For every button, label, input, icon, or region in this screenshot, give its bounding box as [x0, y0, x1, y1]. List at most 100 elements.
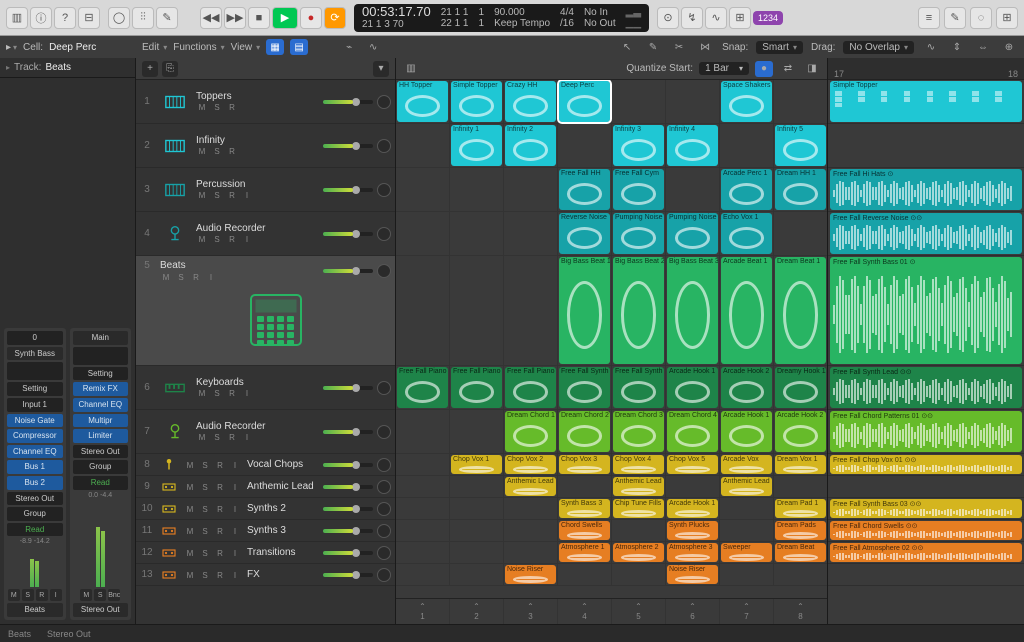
drag-dropdown[interactable]: No Overlap — [843, 41, 914, 54]
loops-button[interactable]: ◌ — [970, 7, 992, 29]
grid-cell[interactable] — [504, 256, 558, 365]
volume-slider[interactable] — [323, 529, 373, 533]
m-button[interactable]: M — [196, 433, 208, 443]
global-tracks-button[interactable]: ▾ — [373, 61, 389, 77]
mixer-button[interactable]: ⫶⫶ — [132, 7, 154, 29]
grid-cell[interactable] — [774, 476, 827, 497]
insert-slot[interactable]: Remix FX — [73, 382, 129, 396]
grid-cell[interactable]: Dream Chord 3 — [612, 410, 666, 453]
grid-cell[interactable] — [396, 520, 450, 541]
arrangement-row[interactable]: Simple Topper — [828, 80, 1024, 124]
eq-thumbnail[interactable] — [73, 347, 129, 365]
clip[interactable]: Arcade Hook 1 — [721, 411, 772, 452]
grid-cell[interactable]: Infinity 3 — [612, 124, 666, 167]
arrangement-row[interactable]: Free Fall Synth Bass 03 ⊙⊙ — [828, 498, 1024, 520]
volume-slider[interactable] — [323, 269, 373, 273]
grid-cell[interactable]: Noise Riser — [504, 564, 558, 585]
i-button[interactable]: I — [229, 460, 241, 470]
bounce-button[interactable]: Bnc — [108, 589, 120, 601]
track-icon[interactable] — [160, 131, 190, 161]
grid-cell[interactable]: Free Fall Synth — [558, 366, 612, 409]
clip[interactable]: Chop Vox 2 — [505, 455, 556, 474]
grid-cell[interactable]: Simple Topper — [450, 80, 504, 123]
clip[interactable]: Chop Vox 5 — [667, 455, 718, 474]
grid-cell[interactable] — [504, 168, 558, 211]
s-button[interactable]: S — [199, 460, 211, 470]
rewind-button[interactable]: ◀◀ — [200, 7, 222, 29]
output-slot[interactable]: Stereo Out — [7, 492, 63, 506]
volume-slider[interactable] — [323, 485, 373, 489]
region[interactable]: Free Fall Chord Swells ⊙⊙ — [830, 521, 1022, 540]
grid-cell[interactable]: Dreamy Hook 1 — [774, 366, 827, 409]
region[interactable]: Free Fall Synth Bass 03 ⊙⊙ — [830, 499, 1022, 518]
grid-cell[interactable] — [450, 542, 504, 563]
clip[interactable]: Sweeper — [721, 543, 772, 562]
clip[interactable]: Reverse Noise — [559, 213, 610, 254]
zoom-button[interactable]: ⊕ — [1000, 39, 1018, 55]
grid-cell[interactable] — [450, 520, 504, 541]
grid-cell[interactable]: Arcade Hook 2 — [720, 366, 774, 409]
r-button[interactable]: R — [226, 389, 238, 399]
zoom-vertical-button[interactable]: ⇕ — [948, 39, 966, 55]
insert-slot[interactable]: Channel EQ — [73, 398, 129, 412]
grid-cell[interactable]: Arcade Hook 2 — [774, 410, 827, 453]
grid-cell[interactable]: Infinity 1 — [450, 124, 504, 167]
pan-knob[interactable] — [377, 227, 391, 241]
grid-cell[interactable]: Sweeper — [720, 542, 774, 563]
track-icon[interactable] — [160, 544, 178, 562]
grid-cell[interactable] — [450, 256, 504, 365]
grid-cell[interactable]: Pumping Noise — [612, 212, 666, 255]
clip[interactable]: Anthemic Lead — [505, 477, 556, 496]
functions-menu[interactable]: Functions — [173, 42, 224, 53]
solo-button[interactable]: S — [94, 589, 106, 601]
grid-cell[interactable] — [450, 564, 504, 585]
grid-cell[interactable] — [504, 498, 558, 519]
clip[interactable]: Atmosphere 2 — [613, 543, 664, 562]
scene-trigger[interactable]: ⌃4 — [558, 599, 612, 624]
clip[interactable]: Noise Riser — [667, 565, 718, 584]
track-header[interactable]: 4 Audio Recorder MSRI — [136, 212, 395, 256]
track-header[interactable]: 2 Infinity MSR — [136, 124, 395, 168]
quick-help-button[interactable]: ? — [54, 7, 76, 29]
i-button[interactable]: I — [229, 570, 241, 580]
library-button[interactable]: ▥ — [6, 7, 28, 29]
grid-cell[interactable]: Anthemic Lead — [720, 476, 774, 497]
group-slot[interactable]: Group — [73, 460, 129, 474]
i-button[interactable]: I — [241, 389, 253, 399]
pan-knob[interactable] — [377, 480, 391, 494]
r-button[interactable]: R — [226, 103, 238, 113]
browser-button[interactable]: ⊞ — [996, 7, 1018, 29]
track-icon[interactable] — [160, 417, 190, 447]
metronome-count-badge[interactable]: 1234 — [753, 11, 783, 25]
clip[interactable]: Space Shakers — [721, 81, 772, 122]
grid-cell[interactable] — [666, 476, 720, 497]
automation-mode[interactable]: Read — [7, 523, 63, 537]
duplicate-track-button[interactable]: ⎘ — [162, 61, 178, 77]
grid-cell[interactable]: Noise Riser — [666, 564, 720, 585]
region[interactable]: Free Fall Reverse Noise ⊙⊙ — [830, 213, 1022, 254]
r-button[interactable]: R — [214, 548, 226, 558]
channel-strip[interactable]: 0Synth BassSettingInput 1Noise GateCompr… — [4, 328, 66, 620]
clip[interactable]: Dreamy Hook 1 — [775, 367, 826, 408]
record-enable-button[interactable]: R — [36, 589, 48, 601]
insert-slot[interactable]: Limiter — [73, 429, 129, 443]
grid-cell[interactable]: Dream Chord 1 — [504, 410, 558, 453]
clip[interactable]: Dream Pads — [775, 521, 826, 540]
clip[interactable]: Arcade Vox — [721, 455, 772, 474]
forward-button[interactable]: ▶▶ — [224, 7, 246, 29]
clip[interactable]: Dream Beat — [775, 543, 826, 562]
clip[interactable]: Atmosphere 3 — [667, 543, 718, 562]
clip[interactable]: Infinity 3 — [613, 125, 664, 166]
clip[interactable]: Deep Perc — [559, 81, 610, 122]
grid-cell[interactable] — [396, 410, 450, 453]
clip[interactable]: Chop Vox 1 — [451, 455, 502, 474]
m-button[interactable]: M — [196, 147, 208, 157]
volume-slider[interactable] — [323, 551, 373, 555]
grid-cell[interactable]: Free Fall Synth — [612, 366, 666, 409]
track-header[interactable]: 10 MSRI Synths 2 — [136, 498, 395, 520]
grid-cell[interactable]: Deep Perc — [558, 80, 612, 123]
count-in-button[interactable]: ⊞ — [729, 7, 751, 29]
m-button[interactable]: M — [184, 570, 196, 580]
track-icon[interactable] — [160, 456, 178, 474]
grid-cell[interactable]: Chop Vox 5 — [666, 454, 720, 475]
